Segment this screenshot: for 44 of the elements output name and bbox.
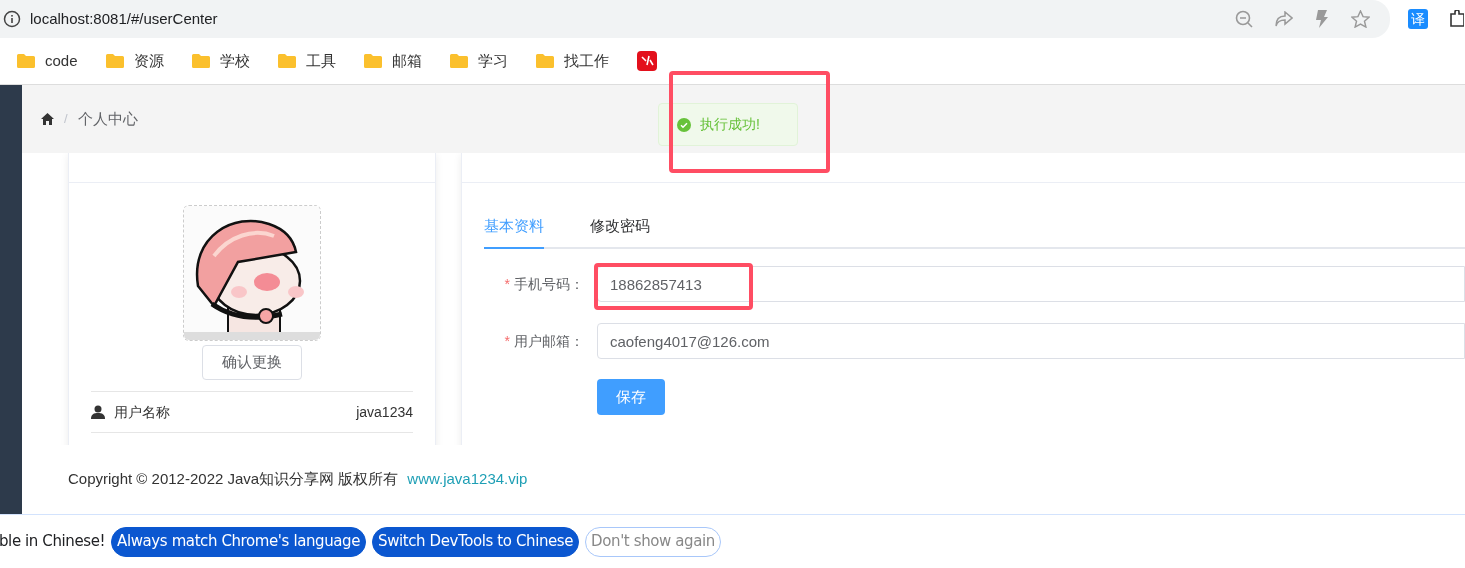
- bookmark[interactable]: 资源: [105, 49, 164, 73]
- translate-extension-icon[interactable]: 译: [1408, 9, 1428, 29]
- address-bar[interactable]: localhost:8081/#/userCenter: [0, 0, 1390, 38]
- user-icon: [91, 405, 105, 419]
- folder-icon: [191, 54, 210, 68]
- folder-icon: [105, 54, 124, 68]
- bookmark[interactable]: 学校: [191, 49, 250, 73]
- bookmark[interactable]: code: [17, 49, 78, 73]
- required-mark: *: [504, 274, 510, 294]
- folder-icon: [363, 54, 382, 68]
- folder-icon: [277, 54, 296, 68]
- info-label: 用户名称: [114, 402, 170, 422]
- star-icon[interactable]: [1351, 10, 1370, 28]
- toast-message: 执行成功!: [700, 115, 760, 134]
- info-icon[interactable]: [3, 10, 21, 28]
- text-field[interactable]: caofeng4017@126.com: [597, 323, 1465, 359]
- lightning-icon[interactable]: [1315, 10, 1329, 28]
- home-icon[interactable]: [41, 113, 54, 125]
- folder-icon: [535, 54, 554, 68]
- url-text: localhost:8081/#/userCenter: [30, 8, 218, 29]
- confirm-change-button[interactable]: 确认更换: [202, 345, 302, 380]
- separator: /: [64, 110, 68, 129]
- bookmark[interactable]: 学习: [449, 49, 508, 73]
- field-label: 用户邮箱：: [514, 331, 584, 351]
- folder-icon: [17, 54, 35, 68]
- info-value: java1234: [356, 402, 413, 422]
- site-logo-icon[interactable]: [636, 51, 657, 71]
- devtools-button[interactable]: Always match Chrome's language: [111, 526, 366, 557]
- copyright-text: Copyright © 2012-2022 Java知识分享网 版权所有: [68, 469, 399, 490]
- field-label: 手机号码：: [514, 274, 584, 294]
- text-field[interactable]: 18862857413: [597, 266, 1465, 302]
- devtools-button[interactable]: Switch DevTools to Chinese: [372, 526, 580, 557]
- check-circle-icon: [677, 117, 691, 132]
- devtools-button[interactable]: Don't show again: [585, 526, 721, 557]
- bookmark[interactable]: 工具: [277, 49, 336, 73]
- tab[interactable]: 修改密码: [590, 205, 650, 249]
- required-mark: *: [504, 331, 510, 351]
- zoom-out-icon[interactable]: [1235, 10, 1253, 28]
- devtools-message: ble in Chinese!: [0, 531, 106, 553]
- breadcrumb-item[interactable]: 个人中心: [77, 107, 138, 131]
- bookmark[interactable]: 找工作: [535, 49, 609, 73]
- folder-icon: [449, 54, 468, 68]
- share-icon[interactable]: [1275, 11, 1293, 27]
- bookmark[interactable]: 邮箱: [363, 49, 422, 73]
